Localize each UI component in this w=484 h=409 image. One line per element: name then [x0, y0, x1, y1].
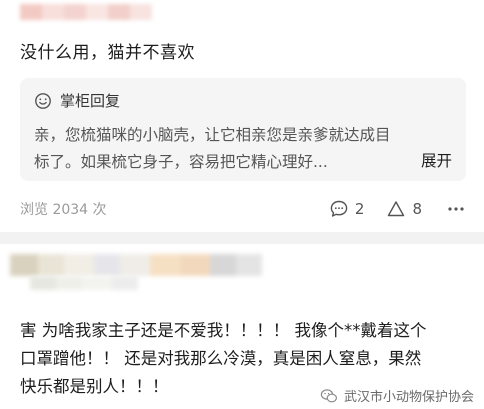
comment-icon	[330, 200, 348, 217]
comment-button[interactable]: 2	[329, 199, 365, 219]
view-count: 浏览 2034 次	[20, 202, 107, 218]
share-button[interactable]: 8	[386, 199, 422, 219]
reply-line: 亲，您梳猫咪的小脑壳，让它相亲您是亲爹就达成目	[34, 126, 391, 144]
reply-body: 亲，您梳猫咪的小脑壳，让它相亲您是亲爹就达成目 标了。如果梳它身子，容易把它精心…	[34, 122, 454, 176]
reply-header: 掌柜回复	[34, 90, 120, 111]
review-text: 没什么用，猫并不喜欢	[20, 43, 195, 63]
reply-header-label: 掌柜回复	[60, 92, 121, 110]
share-count: 8	[412, 200, 422, 218]
merchant-reply: 掌柜回复 亲，您梳猫咪的小脑壳，让它相亲您是亲爹就达成目 标了。如果梳它身子，容…	[20, 78, 466, 181]
review-screen: 没什么用，猫并不喜欢 掌柜回复 亲，您梳猫咪的小脑壳，让它相亲您是亲爹就达成目 …	[0, 0, 484, 409]
expand-button[interactable]: 展开	[421, 149, 452, 171]
watermark: 武汉市小动物保护协会	[320, 386, 474, 405]
comment-line: 口罩蹭他！！ 还是对我那么冷漠，真是困人窒息，果然	[20, 349, 422, 368]
meta-row: 浏览 2034 次 2 8	[20, 198, 466, 220]
triangle-share-icon	[388, 201, 405, 217]
blurred-user-2	[0, 248, 484, 296]
wechat-logo-icon	[320, 388, 337, 402]
more-button[interactable]	[446, 199, 466, 219]
blurred-username	[20, 4, 152, 20]
action-bar: 2 8	[329, 199, 466, 219]
comment-line: 害 为啥我家主子还是不爱我！！！！ 我像个**戴着这个	[20, 321, 427, 340]
section-divider	[0, 232, 484, 244]
reply-line: 标了。如果梳它身子，容易把它精心理好...	[34, 153, 328, 171]
watermark-text: 武汉市小动物保护协会	[343, 390, 474, 405]
smile-icon	[35, 92, 51, 109]
comment-count: 2	[354, 200, 365, 218]
more-dots-icon	[448, 207, 464, 211]
